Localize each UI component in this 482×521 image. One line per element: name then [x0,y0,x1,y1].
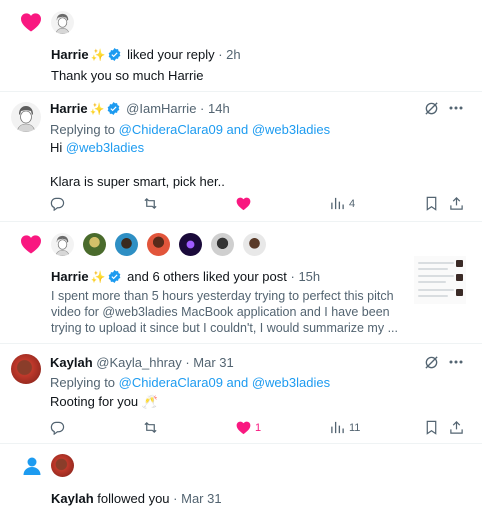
likes-count: 1 [255,421,262,434]
notification-header: Kaylah followed you · Mar 31 [51,490,222,507]
reply-preview: Thank you so much Harrie [51,68,204,83]
repost-button[interactable] [143,420,158,435]
share-button[interactable] [449,196,464,211]
notification-time: · 15h [290,269,321,284]
tweet-kaylah[interactable]: Kaylah @Kayla_hhray · Mar 31 Replying to… [0,344,482,444]
repost-button[interactable] [143,196,158,211]
repost-icon [144,421,157,434]
more-options-icon[interactable] [449,106,463,110]
sparkle-emoji: ✨ [89,102,105,116]
mention-link[interactable]: @web3ladies [66,140,144,155]
harrie-avatar[interactable] [51,11,74,34]
analytics-icon [331,197,344,210]
tweet-time[interactable]: · 14h [200,101,230,116]
author-handle[interactable]: @Kayla_hhray [96,355,181,370]
replying-to: Replying to @ChideraClara09 and @web3lad… [50,375,331,390]
liker-avatar-7[interactable] [243,233,266,256]
like-button[interactable] [236,196,251,211]
liker-avatar-2[interactable] [83,233,106,256]
author-name[interactable]: Harrie [50,101,88,116]
tweet-header: Kaylah @Kayla_hhray · Mar 31 [50,354,234,371]
notification-action: followed you [97,491,170,506]
notification-action: and 6 others liked your post [127,269,287,284]
bookmark-button[interactable] [424,420,439,435]
user-name[interactable]: Harrie [51,47,89,62]
liker-avatar-5[interactable] [179,233,202,256]
replying-to: Replying to @ChideraClara09 and @web3lad… [50,122,331,137]
post-media-thumbnail[interactable] [414,256,466,304]
post-preview-line2: video for @web3ladies MacBook applicatio… [51,305,390,319]
views-count: 4 [349,197,356,210]
tweet-text-line2: Klara is super smart, pick her.. [50,174,225,189]
user-name[interactable]: Kaylah [51,491,94,506]
liker-avatar-harrie[interactable] [51,233,74,256]
notification-header: Harrie ✨ and 6 others liked your post · 1… [51,268,320,286]
notification-action: liked your reply [127,47,215,62]
harrie-avatar[interactable] [11,102,41,132]
heart-filled-icon [236,197,251,211]
kaylah-avatar[interactable] [51,454,74,477]
author-handle[interactable]: @IamHarrie [126,101,196,116]
reply-button[interactable] [50,196,65,211]
heart-filled-icon [21,235,41,254]
tweet-text-line1: Hi @web3ladies [50,140,145,155]
verified-badge-icon [108,270,120,283]
reply-icon [50,197,65,211]
notification-header: Harrie ✨ liked your reply · 2h [51,46,241,64]
notification-time: · 2h [218,47,241,62]
grok-icon[interactable] [424,101,439,116]
more-options-icon[interactable] [449,360,463,364]
grok-icon[interactable] [424,355,439,370]
bookmark-button[interactable] [424,196,439,211]
sparkle-emoji: ✨ [90,48,106,62]
user-name[interactable]: Harrie [51,269,89,284]
share-button[interactable] [449,420,464,435]
reply-button[interactable] [50,420,65,435]
liker-avatar-3[interactable] [115,233,138,256]
liker-avatar-6[interactable] [211,233,234,256]
sparkle-emoji: ✨ [90,270,106,284]
post-preview-line3: trying to upload it since but I couldn't… [51,321,398,335]
heart-filled-icon [236,421,251,435]
views-button[interactable]: 4 [330,196,355,211]
replying-to-users[interactable]: @ChideraClara09 and @web3ladies [119,375,330,390]
notification-follow[interactable]: Kaylah followed you · Mar 31 [0,444,482,521]
tweet-time[interactable]: · Mar 31 [185,355,233,370]
notification-time: · Mar 31 [173,491,222,506]
share-icon [450,421,463,434]
reply-icon [50,421,65,435]
verified-badge-icon [107,102,119,115]
notification-like-reply[interactable]: Harrie ✨ liked your reply · 2h Thank you … [0,0,482,92]
views-count: 11 [349,421,361,434]
share-icon [450,197,463,210]
bookmark-icon [426,420,437,435]
person-icon [23,457,41,475]
replying-to-users[interactable]: @ChideraClara09 and @web3ladies [119,122,330,137]
analytics-icon [331,421,344,434]
like-button[interactable]: 1 [236,420,261,435]
verified-badge-icon [108,48,120,61]
views-button[interactable]: 11 [330,420,360,435]
heart-filled-icon [21,13,41,32]
tweet-header: Harrie ✨ @IamHarrie · 14h [50,100,230,118]
liker-avatar-4[interactable] [147,233,170,256]
post-preview-line1: I spent more than 5 hours yesterday tryi… [51,289,394,303]
tweet-text: Rooting for you 🥂 [50,394,158,409]
bookmark-icon [426,196,437,211]
repost-icon [144,197,157,210]
kaylah-avatar[interactable] [11,354,41,384]
tweet-harrie[interactable]: Harrie ✨ @IamHarrie · 14h Replying to @Ch… [0,92,482,222]
clinking-glasses-emoji: 🥂 [141,394,158,409]
author-name[interactable]: Kaylah [50,355,93,370]
notification-like-post[interactable]: Harrie ✨ and 6 others liked your post · 1… [0,222,482,344]
